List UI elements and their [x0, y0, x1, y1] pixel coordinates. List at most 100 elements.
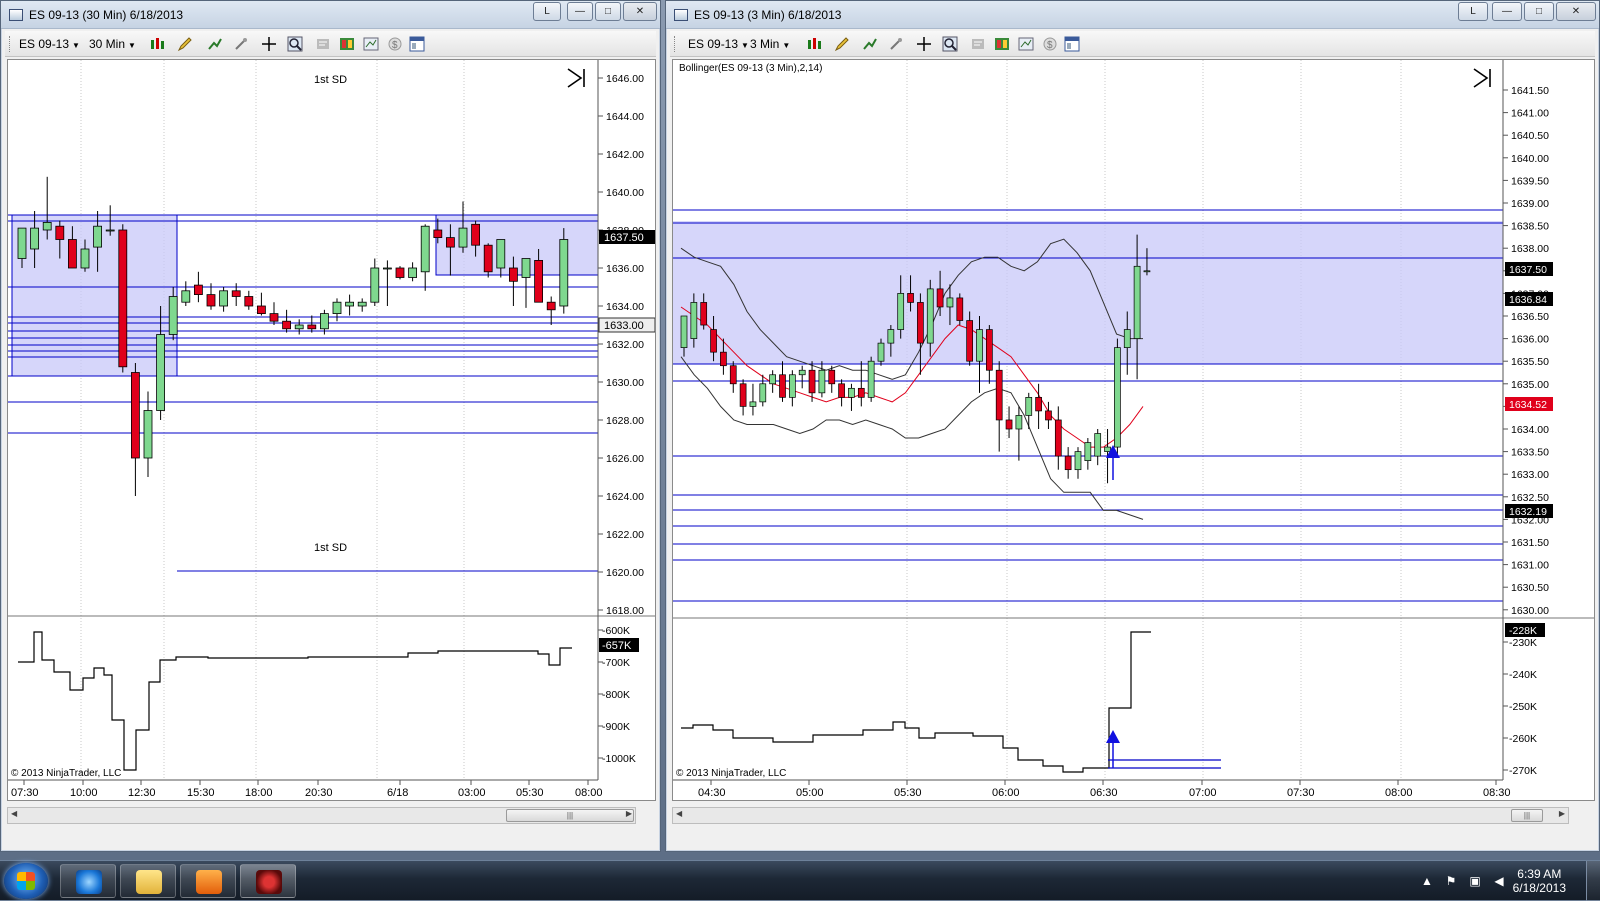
price-chart-svg[interactable]: 1646.001644.001642.001640.001638.001636.…	[8, 60, 656, 801]
price-tick-label: 1641.50	[1511, 85, 1549, 97]
chart-panel[interactable]: 1646.001644.001642.001640.001638.001636.…	[7, 59, 656, 801]
indicator-label: Bollinger(ES 09-13 (3 Min),2,14)	[679, 63, 822, 74]
horizontal-scrollbar[interactable]: ◀ ||| ▶	[7, 807, 636, 824]
chart-window-30min[interactable]: ES 09-13 (30 Min) 6/18/2013 L — □ ✕ ES 0…	[0, 0, 661, 852]
candle-19	[867, 356, 875, 402]
candle-body	[808, 369, 816, 394]
window-title: ES 09-13 (3 Min) 6/18/2013	[694, 8, 842, 22]
minimize-button[interactable]: —	[567, 2, 593, 21]
link-button[interactable]: L	[1458, 2, 1488, 21]
volume-tick-label: -270K	[1509, 765, 1537, 777]
maximize-button[interactable]: □	[595, 2, 621, 21]
crosshair-icon[interactable]	[916, 36, 932, 52]
zoom-icon[interactable]	[942, 36, 958, 52]
zoom-icon[interactable]	[287, 36, 303, 52]
scroll-right-icon[interactable]: ▶	[1559, 809, 1565, 818]
data-box-icon[interactable]	[994, 36, 1010, 52]
dollar-icon[interactable]: $	[387, 36, 403, 52]
crosshair-icon[interactable]	[261, 36, 277, 52]
show-hidden-icons-icon[interactable]: ▲	[1420, 874, 1434, 888]
close-button[interactable]: ✕	[1556, 2, 1596, 21]
chart-panel[interactable]: 1641.50 1641.00 1640.50 1640.00 1639.50 1639.…	[672, 59, 1595, 801]
price-tick-label: 1636.00	[1511, 334, 1549, 346]
strategy-icon[interactable]	[888, 36, 904, 52]
scroll-to-end-icon[interactable]	[1473, 68, 1491, 88]
data-box-icon[interactable]	[339, 36, 355, 52]
candle-body	[690, 302, 698, 339]
candle-body	[1084, 442, 1092, 461]
price-tick-label: 1642.00	[606, 149, 644, 161]
candle-12	[798, 365, 806, 389]
price-chart-svg[interactable]: 1641.50 1641.00 1640.50 1640.00 1639.50 1639.…	[673, 60, 1595, 801]
taskbar-file-explorer[interactable]	[120, 864, 176, 898]
title-bar[interactable]: ES 09-13 (3 Min) 6/18/2013 L — □ ✕	[666, 1, 1599, 29]
properties-icon[interactable]	[315, 36, 331, 52]
taskbar-internet-explorer[interactable]	[60, 864, 116, 898]
minimize-button[interactable]: —	[1492, 2, 1522, 21]
instrument-selector[interactable]: ES 09-13 ▼	[19, 37, 80, 51]
candle-body	[357, 301, 367, 307]
bar-type-icon[interactable]	[149, 36, 165, 52]
chart-trader-icon[interactable]	[1018, 36, 1034, 52]
taskbar: ▲ ⚑ ▣ ◀ 6:39 AM 6/18/2013	[0, 860, 1600, 901]
strategy-icon[interactable]	[233, 36, 249, 52]
link-button[interactable]: L	[533, 2, 561, 21]
scroll-thumb[interactable]: |||	[1511, 809, 1543, 822]
scroll-left-icon[interactable]: ◀	[676, 809, 682, 818]
time-tick-label: 08:00	[1385, 787, 1413, 799]
window-layout-icon[interactable]	[1064, 36, 1080, 52]
candle-32	[995, 361, 1003, 452]
price-tick-label: 1631.00	[1511, 560, 1549, 572]
title-bar[interactable]: ES 09-13 (30 Min) 6/18/2013 L — □ ✕	[1, 1, 660, 29]
candle-body	[857, 387, 865, 398]
scroll-to-end-icon[interactable]	[567, 68, 585, 88]
candle-body	[926, 288, 934, 344]
scroll-right-icon[interactable]: ▶	[626, 809, 632, 818]
candle-body	[1123, 329, 1131, 348]
candle-10	[779, 361, 786, 402]
indicator-icon[interactable]	[207, 36, 223, 52]
volume-tick-label: -700K	[602, 657, 630, 669]
taskbar-media-player[interactable]	[180, 864, 236, 898]
candle-14	[193, 271, 203, 303]
indicator-icon[interactable]	[862, 36, 878, 52]
maximize-button[interactable]: □	[1524, 2, 1554, 21]
interval-selector[interactable]: 30 Min ▼	[89, 37, 136, 51]
pencil-icon[interactable]	[177, 36, 193, 52]
candle-body	[458, 227, 468, 248]
bollinger-lower-label: 1632.19	[1509, 506, 1547, 518]
scroll-left-icon[interactable]: ◀	[11, 809, 17, 818]
instrument-label: ES 09-13	[688, 37, 739, 51]
bar-type-icon[interactable]	[806, 36, 822, 52]
dollar-icon[interactable]: $	[1042, 36, 1058, 52]
media-player-icon	[196, 870, 222, 894]
volume-icon[interactable]: ◀	[1492, 874, 1506, 888]
volume-tick-label: -250K	[1509, 701, 1537, 713]
candle-29	[382, 260, 392, 306]
close-button[interactable]: ✕	[623, 2, 657, 21]
chart-trader-icon[interactable]	[363, 36, 379, 52]
candle-body	[382, 267, 392, 270]
candle-28	[956, 293, 964, 326]
instrument-selector[interactable]: ES 09-13 ▼	[688, 37, 749, 51]
start-button[interactable]	[4, 863, 48, 899]
taskbar-ninjatrader[interactable]	[240, 864, 296, 898]
chart-window-3min[interactable]: ES 09-13 (3 Min) 6/18/2013 L — □ ✕ ES 09…	[665, 0, 1600, 852]
candle-34	[1015, 406, 1023, 461]
action-center-icon[interactable]: ⚑	[1444, 874, 1458, 888]
show-desktop-button[interactable]	[1586, 861, 1600, 901]
candle-body	[395, 267, 405, 278]
interval-selector[interactable]: 3 Min ▼	[750, 37, 790, 51]
chart-toolbar: ES 09-13 ▼ 30 Min ▼ $	[5, 31, 656, 57]
window-layout-icon[interactable]	[409, 36, 425, 52]
scroll-thumb[interactable]: |||	[506, 809, 634, 822]
price-tick-label: 1640.00	[606, 187, 644, 199]
horizontal-scrollbar[interactable]: ◀ ||| ▶	[672, 807, 1569, 824]
system-clock[interactable]: 6:39 AM 6/18/2013	[1513, 867, 1566, 895]
network-icon[interactable]: ▣	[1468, 874, 1482, 888]
candle-body	[956, 297, 964, 321]
pencil-icon[interactable]	[834, 36, 850, 52]
candle-body	[269, 313, 279, 322]
clock-date: 6/18/2013	[1512, 881, 1566, 895]
properties-icon[interactable]	[970, 36, 986, 52]
